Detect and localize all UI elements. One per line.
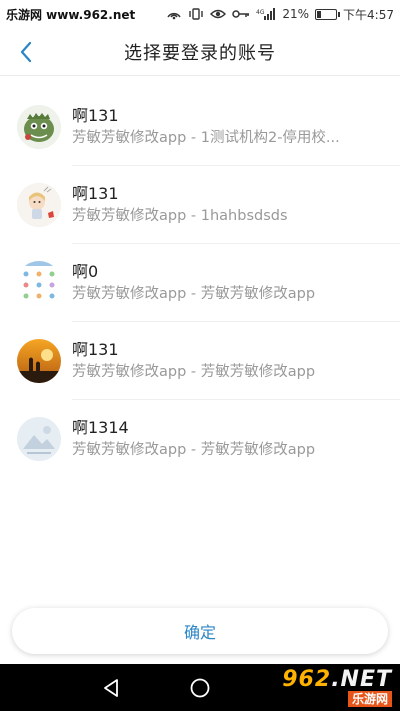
- back-nav-button[interactable]: [99, 676, 123, 700]
- eye-icon: [210, 9, 227, 19]
- account-item[interactable]: 啊131 芳敏芳敏修改app - 1hahbsdsds: [0, 166, 400, 244]
- watermark-logo: 962.NET 乐游网: [260, 666, 392, 710]
- status-icons: 4G 21% 下午4:57: [166, 6, 394, 23]
- cartoon-girl-avatar-icon: [17, 183, 61, 227]
- triangle-back-icon: [104, 679, 118, 697]
- account-subtitle: 芳敏芳敏修改app - 1测试机构2-停用校...: [72, 130, 340, 146]
- status-time: 下午4:57: [343, 7, 394, 22]
- dinosaur-avatar-icon: [17, 105, 61, 149]
- watermark-caption: 乐游网: [347, 691, 392, 707]
- account-name: 啊131: [72, 340, 119, 359]
- vibrate-icon: [189, 8, 204, 20]
- account-name: 啊131: [72, 106, 119, 125]
- battery-percent: 21%: [282, 7, 310, 21]
- avatar: [17, 183, 61, 227]
- account-list: 啊131 芳敏芳敏修改app - 1测试机构2-停用校... 啊131 芳敏芳敏…: [0, 88, 400, 478]
- avatar: [17, 261, 61, 305]
- nfc-icon: [167, 12, 182, 20]
- account-item[interactable]: 啊0 芳敏芳敏修改app - 芳敏芳敏修改app: [0, 244, 400, 322]
- account-item[interactable]: 啊131 芳敏芳敏修改app - 1测试机构2-停用校...: [0, 88, 400, 166]
- navigation-bar: 962.NET 乐游网: [0, 664, 400, 711]
- avatar: [17, 339, 61, 383]
- svg-text:4G: 4G: [256, 9, 265, 16]
- screenshot-avatar-icon: [17, 261, 61, 305]
- account-name: 啊131: [72, 184, 119, 203]
- avatar: [17, 417, 61, 461]
- default-landscape-avatar-icon: [17, 417, 61, 461]
- account-name: 啊0: [72, 262, 99, 281]
- key-icon: [232, 10, 250, 18]
- signal-icon: 4G: [256, 8, 276, 20]
- home-nav-button[interactable]: [188, 676, 212, 700]
- chevron-left-icon: [20, 41, 32, 63]
- account-item[interactable]: 啊1314 芳敏芳敏修改app - 芳敏芳敏修改app: [0, 400, 400, 478]
- back-button[interactable]: [8, 34, 44, 70]
- header: 选择要登录的账号: [0, 28, 400, 76]
- account-subtitle: 芳敏芳敏修改app - 芳敏芳敏修改app: [72, 286, 316, 302]
- watermark-net: .NET: [331, 667, 392, 692]
- account-subtitle: 芳敏芳敏修改app - 1hahbsdsds: [72, 208, 288, 224]
- account-subtitle: 芳敏芳敏修改app - 芳敏芳敏修改app: [72, 364, 316, 380]
- watermark-number: 962: [282, 667, 332, 692]
- status-bar: 乐游网 www.962.net 4G 21% 下午4:57: [0, 0, 400, 28]
- confirm-button[interactable]: 确定: [12, 608, 388, 654]
- account-name: 啊1314: [72, 418, 129, 437]
- sunset-silhouette-avatar-icon: [17, 339, 61, 383]
- account-item[interactable]: 啊131 芳敏芳敏修改app - 芳敏芳敏修改app: [0, 322, 400, 400]
- status-site-label: 乐游网 www.962.net: [6, 7, 136, 22]
- avatar: [17, 105, 61, 149]
- account-subtitle: 芳敏芳敏修改app - 芳敏芳敏修改app: [72, 442, 316, 458]
- page-title: 选择要登录的账号: [124, 42, 276, 64]
- circle-home-icon: [190, 678, 210, 698]
- battery-icon: [315, 8, 341, 20]
